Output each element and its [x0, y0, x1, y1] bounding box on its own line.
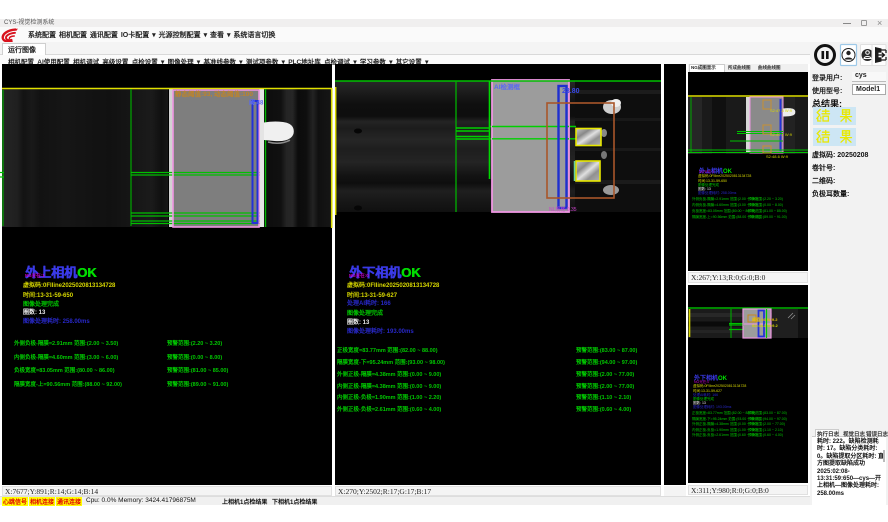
svg-text:NL规格:0.35: NL规格:0.35 [549, 206, 577, 213]
svg-text:静态阈值:93, 动态阈值:100: 静态阈值:93, 动态阈值:100 [175, 89, 253, 98]
svg-text:S2:48.3 W:9.2: S2:48.3 W:9.2 [752, 323, 778, 328]
svg-text:阈.48: 阈.48 [249, 99, 264, 107]
svg-text:S2:48.6 W:9: S2:48.6 W:9 [766, 154, 789, 159]
svg-text:阈值:93 W:9.2: 阈值:93 W:9.2 [752, 316, 778, 322]
svg-text:S2:47.3 W:9: S2:47.3 W:9 [770, 108, 793, 113]
svg-text:23.80: 23.80 [562, 88, 580, 95]
svg-text:AI检测框: AI检测框 [494, 82, 521, 91]
svg-text:S2:49.1 W:9: S2:49.1 W:9 [770, 132, 793, 137]
